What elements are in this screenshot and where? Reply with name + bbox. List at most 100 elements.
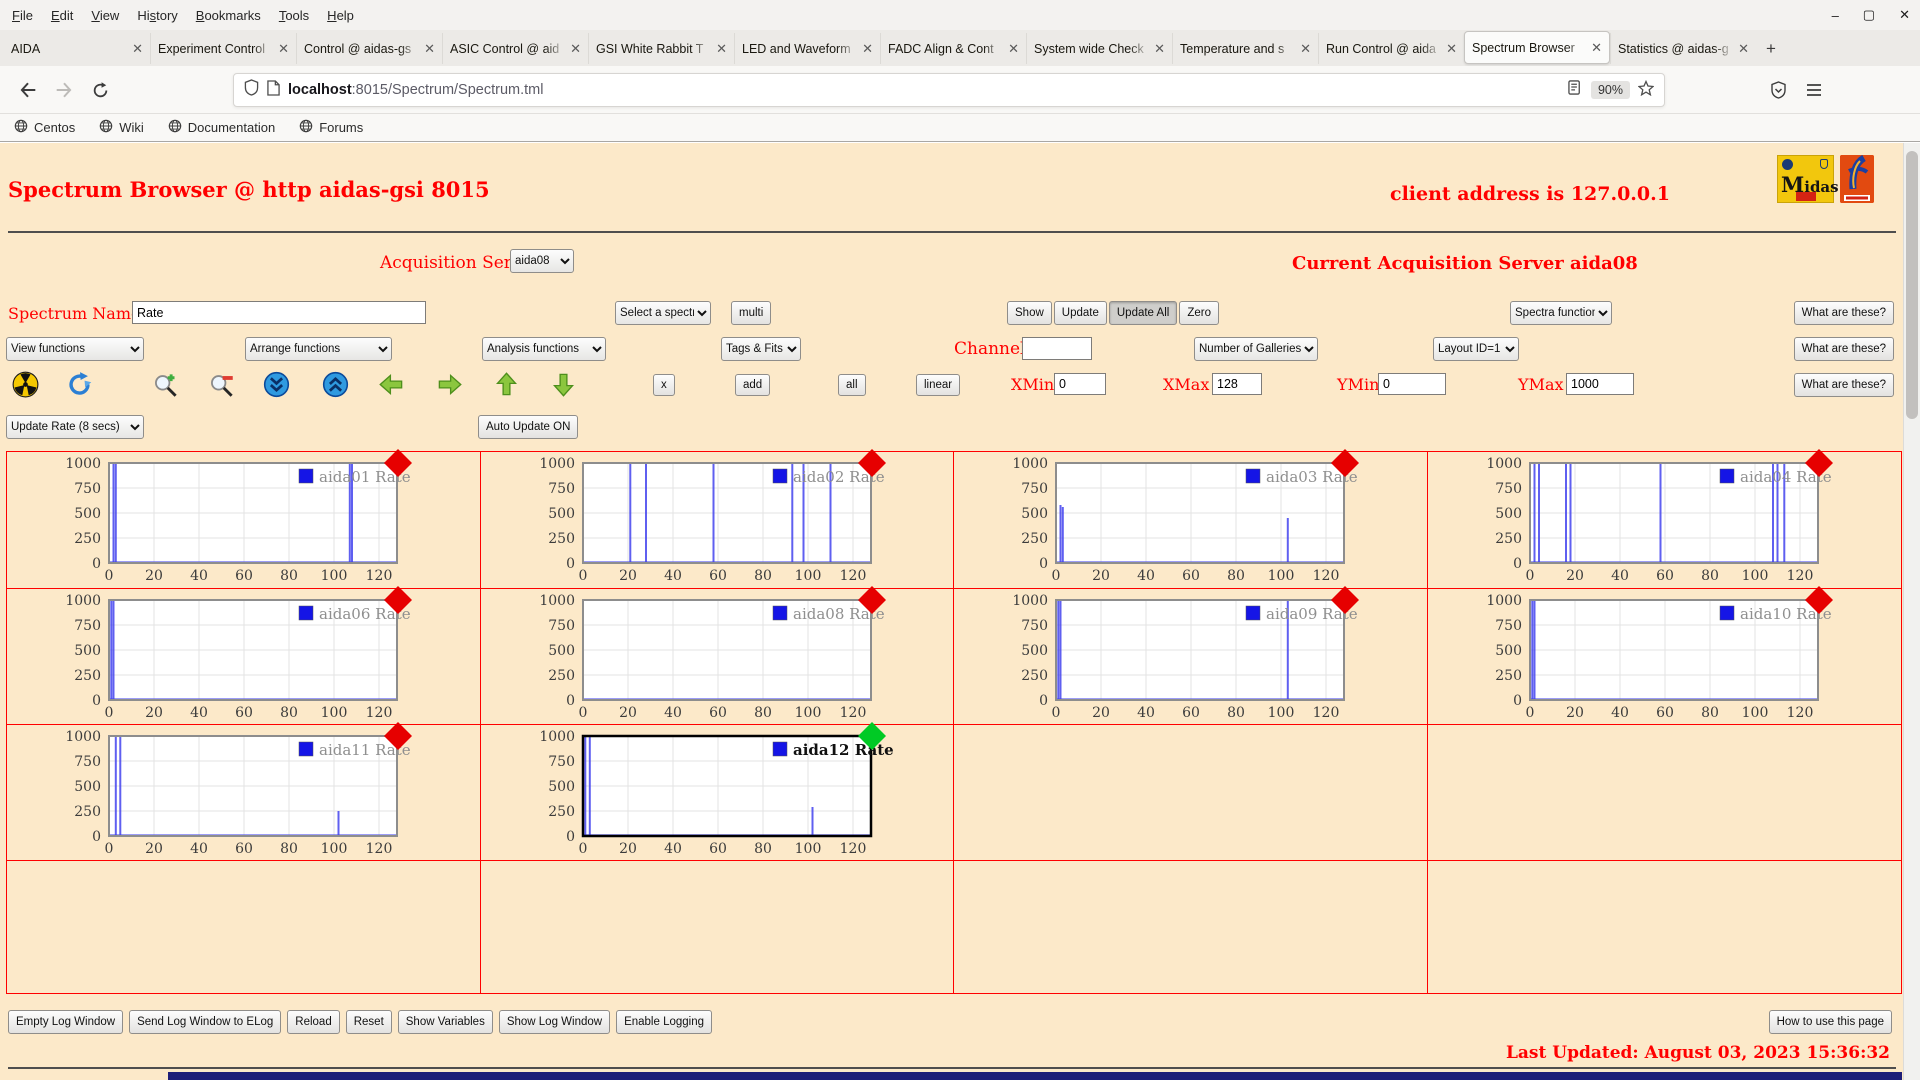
x-axis-button[interactable]: x (653, 374, 675, 396)
xmax-input[interactable] (1212, 373, 1262, 395)
zoom-out-icon[interactable] (208, 371, 235, 398)
ymax-input[interactable] (1566, 373, 1634, 395)
what-are-these-button-1[interactable]: What are these? (1793, 301, 1894, 325)
zoom-level-badge[interactable]: 90% (1590, 81, 1630, 99)
bookmark-forums[interactable]: Forums (299, 119, 363, 136)
minimize-icon[interactable]: – (1832, 8, 1839, 23)
tab-run-control-aida[interactable]: Run Control @ aida ✕ (1318, 33, 1464, 64)
tab-close-icon[interactable]: ✕ (716, 41, 727, 57)
what-are-these-button-2[interactable]: What are these? (1793, 337, 1894, 361)
select-spectrum-select[interactable]: Select a spectrum (615, 301, 711, 325)
arrow-left-icon[interactable] (378, 371, 405, 398)
spectrum-chart[interactable]: 025050075010000 20 40 60 80 100 120aida11 Rate (21, 722, 471, 857)
hamburger-menu-icon[interactable] (1800, 76, 1828, 104)
spectrum-chart[interactable]: 025050075010000 20 40 60 80 100 120aida10 Rate (1442, 586, 1892, 721)
tags-fits-select[interactable]: Tags & Fits (721, 337, 801, 361)
tab-spectrum-browser[interactable]: Spectrum Browser ✕ (1464, 31, 1610, 64)
close-icon[interactable]: ✕ (1899, 7, 1910, 23)
spectrum-name-input[interactable] (132, 301, 426, 324)
how-to-use-button[interactable]: How to use this page (1768, 1010, 1892, 1034)
tab-control-aidas-gs[interactable]: Control @ aidas-gs ✕ (296, 33, 442, 64)
send-log-window-to-elog-button[interactable]: Send Log Window to ELog (129, 1010, 282, 1034)
scrollbar[interactable] (1903, 143, 1920, 1080)
maximize-icon[interactable]: ▢ (1863, 7, 1875, 23)
arrange-functions-select[interactable]: Arrange functions (245, 337, 392, 361)
reload-button[interactable]: Reload (287, 1010, 340, 1034)
bookmark-wiki[interactable]: Wiki (99, 119, 144, 136)
zoom-in-icon[interactable] (152, 371, 179, 398)
spectrum-chart[interactable]: 025050075010000 20 40 60 80 100 120aida08 Rate (495, 586, 945, 721)
layout-id-select[interactable]: Layout ID=1 (1433, 337, 1519, 361)
spectrum-chart[interactable]: 025050075010000 20 40 60 80 100 120aida02 Rate (495, 449, 945, 584)
xmin-input[interactable] (1054, 373, 1106, 395)
radiation-icon[interactable] (12, 371, 39, 398)
tracking-shield-icon[interactable] (244, 79, 259, 101)
tab-statistics-aidas-g[interactable]: Statistics @ aidas-g ✕ (1610, 33, 1756, 64)
multi-button[interactable]: multi (731, 301, 772, 325)
tab-gsi-white-rabbit-t[interactable]: GSI White Rabbit T ✕ (588, 33, 734, 64)
tab-close-icon[interactable]: ✕ (424, 41, 435, 57)
tab-close-icon[interactable]: ✕ (1446, 41, 1457, 57)
tab-asic-control-aid[interactable]: ASIC Control @ aid ✕ (442, 33, 588, 64)
tab-system-wide-check[interactable]: System wide Check ✕ (1026, 33, 1172, 64)
arrow-down-icon[interactable] (550, 371, 577, 398)
page-info-icon[interactable] (267, 79, 280, 101)
reload-icon[interactable] (86, 76, 114, 104)
tab-led-and-waveform[interactable]: LED and Waveform ✕ (734, 33, 880, 64)
show-log-window-button[interactable]: Show Log Window (498, 1010, 611, 1034)
account-shield-icon[interactable] (1764, 76, 1792, 104)
tab-close-icon[interactable]: ✕ (132, 41, 143, 57)
show-variables-button[interactable]: Show Variables (397, 1010, 493, 1034)
add-button[interactable]: add (735, 374, 771, 396)
menu-file[interactable]: File (12, 8, 33, 23)
page-up-icon[interactable] (322, 371, 349, 398)
spectrum-chart[interactable]: 025050075010000 20 40 60 80 100 120aida06 Rate (21, 586, 471, 721)
update-rate-select[interactable]: Update Rate (8 secs) (6, 415, 144, 439)
spectrum-chart[interactable]: 025050075010000 20 40 60 80 100 120aida09 Rate (968, 586, 1418, 721)
scrollbar-thumb[interactable] (1906, 151, 1918, 419)
tab-temperature-and-s[interactable]: Temperature and s ✕ (1172, 33, 1318, 64)
number-of-galleries-select[interactable]: Number of Galleries (1194, 337, 1318, 361)
menu-edit[interactable]: Edit (51, 8, 73, 23)
channel-input[interactable] (1022, 337, 1092, 360)
back-icon[interactable] (14, 76, 42, 104)
view-functions-select[interactable]: View functions (6, 337, 144, 361)
spectrum-chart[interactable]: 025050075010000 20 40 60 80 100 120aida04 Rate (1442, 449, 1892, 584)
menu-view[interactable]: View (91, 8, 119, 23)
menu-help[interactable]: Help (327, 8, 354, 23)
enable-logging-button[interactable]: Enable Logging (616, 1010, 713, 1034)
forward-icon[interactable] (50, 76, 78, 104)
linear-button[interactable]: linear (916, 374, 961, 396)
bookmark-centos[interactable]: Centos (14, 119, 75, 136)
tab-close-icon[interactable]: ✕ (1300, 41, 1311, 57)
menu-history[interactable]: History (137, 8, 177, 23)
tab-close-icon[interactable]: ✕ (278, 41, 289, 57)
zero-button[interactable]: Zero (1179, 301, 1219, 325)
spectrum-chart[interactable]: 0 250 500 750 1000 0 20 40 60 80 100 120 aida12 Rate (495, 722, 945, 857)
tab-experiment-control[interactable]: Experiment Control ✕ (150, 33, 296, 64)
analysis-functions-select[interactable]: Analysis functions (482, 337, 606, 361)
spectrum-chart[interactable]: 025050075010000 20 40 60 80 100 120aida01 Rate (21, 449, 471, 584)
ymin-input[interactable] (1378, 373, 1446, 395)
new-tab-button[interactable]: + (1756, 33, 1786, 64)
url-text[interactable]: localhost:8015/Spectrum/Spectrum.tml (288, 82, 1560, 98)
spectrum-chart[interactable]: 025050075010000 20 40 60 80 100 120aida03 Rate (968, 449, 1418, 584)
tab-close-icon[interactable]: ✕ (862, 41, 873, 57)
acquisition-server-select[interactable]: aida08 (510, 249, 574, 273)
reset-button[interactable]: Reset (345, 1010, 392, 1034)
url-bar[interactable]: localhost:8015/Spectrum/Spectrum.tml 90% (233, 73, 1665, 107)
what-are-these-button-3[interactable]: What are these? (1793, 373, 1894, 397)
tab-close-icon[interactable]: ✕ (1591, 40, 1602, 56)
auto-update-button[interactable]: Auto Update ON (478, 415, 579, 439)
tab-close-icon[interactable]: ✕ (1008, 41, 1019, 57)
tab-aida[interactable]: AIDA ✕ (4, 33, 150, 64)
menu-bookmarks[interactable]: Bookmarks (196, 8, 261, 23)
all-button[interactable]: all (838, 374, 866, 396)
bookmark-documentation[interactable]: Documentation (168, 119, 275, 136)
refresh-icon[interactable] (66, 371, 93, 398)
update-button[interactable]: Update (1053, 301, 1107, 325)
menu-tools[interactable]: Tools (279, 8, 309, 23)
show-button[interactable]: Show (1007, 301, 1052, 325)
empty-log-window-button[interactable]: Empty Log Window (8, 1010, 124, 1034)
arrow-right-icon[interactable] (436, 371, 463, 398)
